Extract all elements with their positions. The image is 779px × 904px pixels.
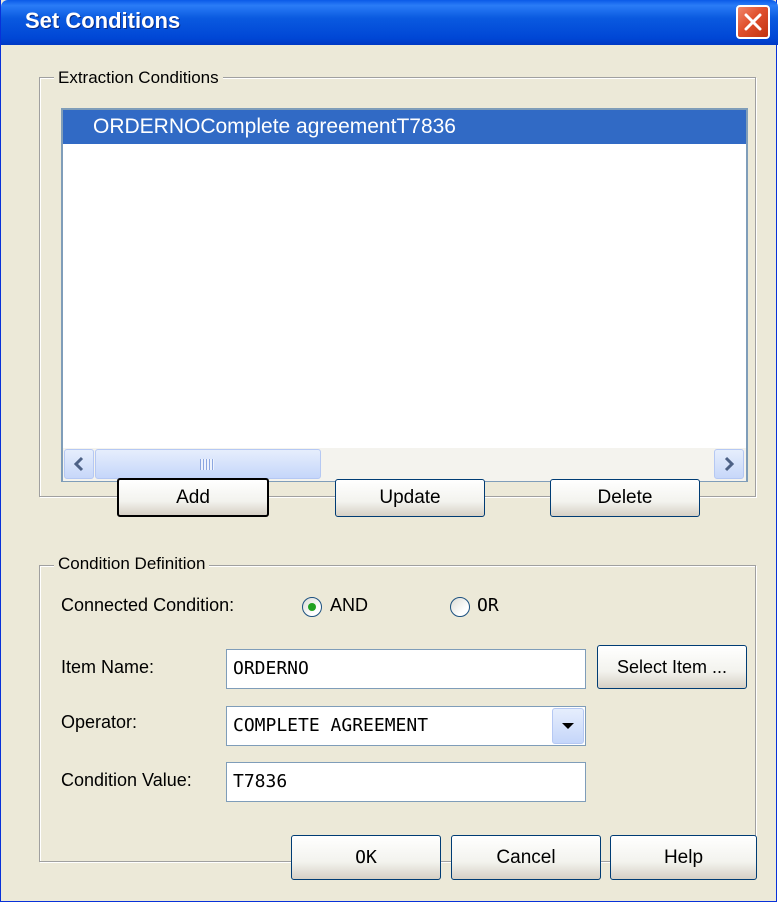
operator-dropdown-button[interactable] [552, 708, 584, 744]
ok-button[interactable]: OK [291, 835, 441, 880]
item-name-label: Item Name: [61, 657, 155, 677]
scrollbar-thumb[interactable] [95, 449, 321, 479]
radio-and-label[interactable]: AND [330, 595, 368, 616]
add-button[interactable]: Add [117, 478, 269, 517]
help-button[interactable]: Help [610, 835, 757, 880]
close-button[interactable] [736, 5, 770, 39]
close-icon [744, 13, 762, 31]
update-button[interactable]: Update [335, 479, 485, 517]
set-conditions-dialog: Set Conditions Extraction Conditions ORD… [0, 0, 778, 902]
dropdown-arrow-icon [562, 723, 574, 729]
condition-definition-label: Condition Definition [54, 554, 210, 574]
condition-value-field[interactable]: T7836 [226, 762, 586, 802]
radio-dot-icon [308, 603, 316, 611]
cancel-button[interactable]: Cancel [451, 835, 601, 880]
delete-button[interactable]: Delete [550, 479, 700, 517]
dialog-title: Set Conditions [25, 8, 181, 33]
condition-value-label: Condition Value: [61, 770, 192, 790]
item-name-field[interactable]: ORDERNO [226, 649, 586, 689]
extraction-conditions-list[interactable]: ORDERNOComplete agreementT7836 [61, 108, 748, 482]
horizontal-scrollbar[interactable] [63, 447, 746, 481]
operator-label: Operator: [61, 712, 138, 732]
scroll-right-icon [724, 456, 735, 472]
connected-condition-label: Connected Condition: [61, 595, 235, 615]
operator-select[interactable]: COMPLETE AGREEMENT [226, 706, 586, 746]
operator-selected-value: COMPLETE AGREEMENT [233, 715, 429, 736]
radio-and[interactable] [302, 597, 322, 617]
scroll-left-button[interactable] [64, 449, 94, 479]
title-bar[interactable]: Set Conditions [1, 0, 778, 45]
scrollbar-grip-icon [200, 459, 214, 470]
dialog-client-area: Extraction Conditions ORDERNOComplete ag… [5, 45, 774, 898]
scroll-left-icon [73, 456, 84, 472]
list-item[interactable]: ORDERNOComplete agreementT7836 [63, 110, 746, 144]
scroll-right-button[interactable] [714, 449, 744, 479]
radio-or[interactable] [450, 597, 470, 617]
extraction-conditions-label: Extraction Conditions [54, 68, 223, 88]
select-item-button[interactable]: Select Item ... [597, 645, 747, 689]
radio-or-label[interactable]: OR [477, 595, 499, 616]
